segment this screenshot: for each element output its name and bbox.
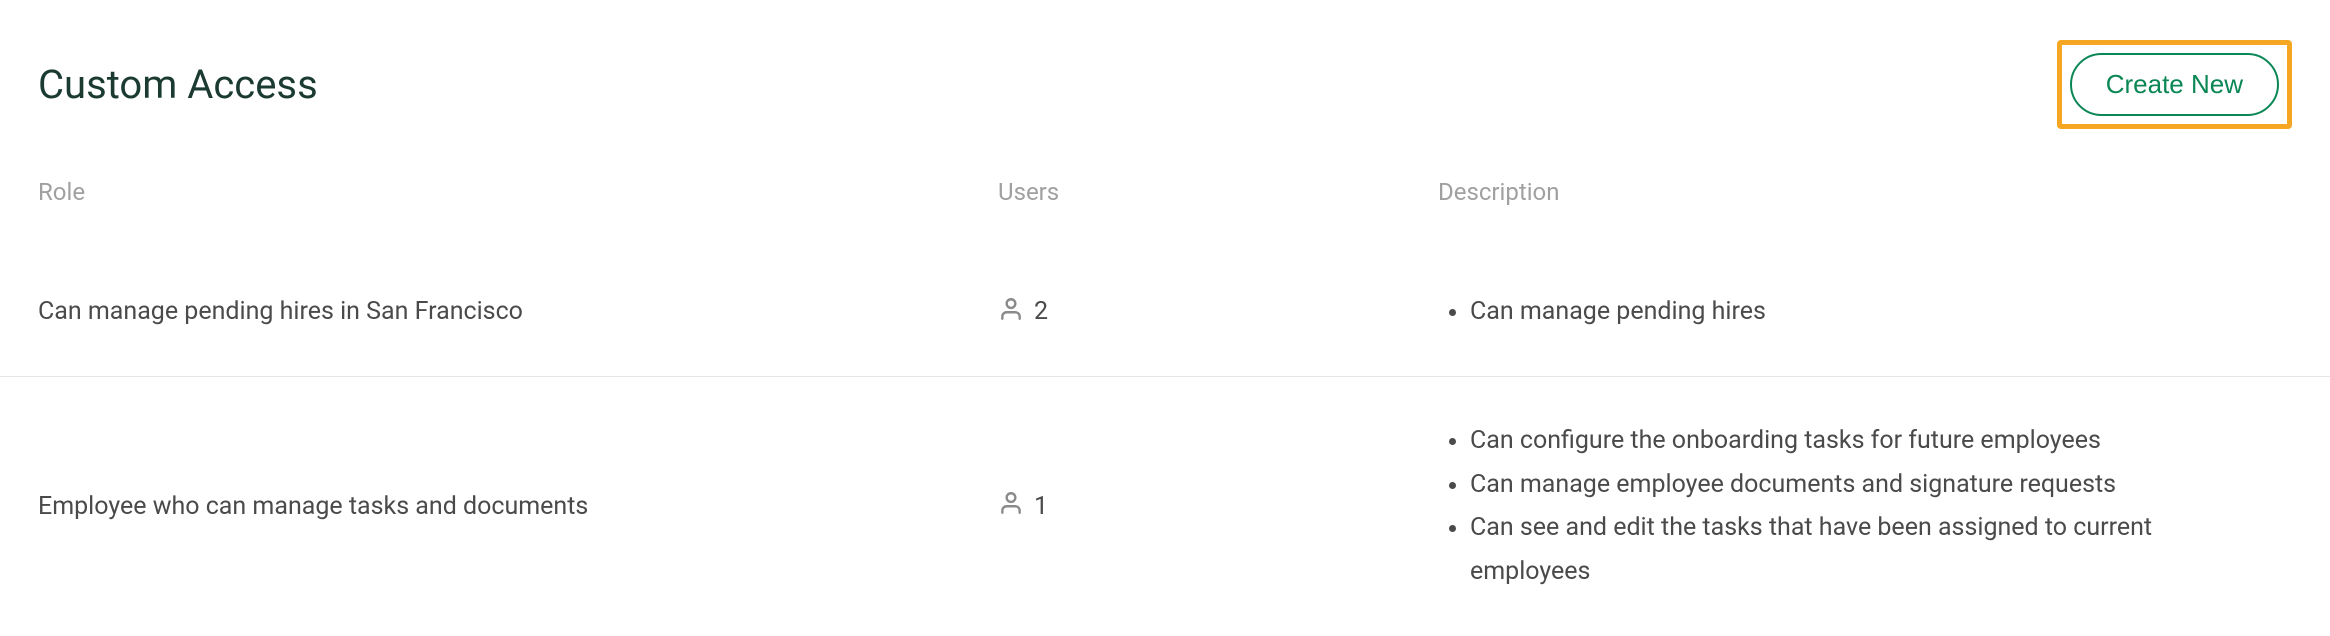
description-item: Can manage employee documents and signat… — [1470, 463, 2292, 507]
role-name: Employee who can manage tasks and docume… — [38, 492, 588, 521]
users-cell: 2 — [998, 296, 1438, 328]
create-new-highlight: Create New — [2057, 40, 2292, 129]
user-count: 1 — [1034, 492, 1048, 521]
description-list: Can manage pending hires — [1438, 290, 2292, 334]
page-title: Custom Access — [38, 61, 318, 108]
user-icon — [998, 490, 1024, 522]
column-header-users: Users — [998, 178, 1438, 206]
roles-table: Role Users Description Can manage pendin… — [0, 164, 2330, 636]
users-cell: 1 — [998, 490, 1438, 522]
column-header-role: Role — [38, 178, 998, 206]
create-new-button[interactable]: Create New — [2070, 53, 2279, 116]
page-header: Custom Access Create New — [0, 0, 2330, 164]
table-header-row: Role Users Description — [0, 164, 2330, 248]
description-item: Can manage pending hires — [1470, 290, 2292, 334]
column-header-description: Description — [1438, 178, 2292, 206]
user-icon — [998, 296, 1024, 328]
description-list: Can configure the onboarding tasks for f… — [1438, 419, 2292, 594]
description-item: Can configure the onboarding tasks for f… — [1470, 419, 2292, 463]
user-count: 2 — [1034, 297, 1048, 326]
description-item: Can see and edit the tasks that have bee… — [1470, 506, 2292, 594]
table-row[interactable]: Can manage pending hires in San Francisc… — [0, 248, 2330, 377]
role-name: Can manage pending hires in San Francisc… — [38, 297, 523, 326]
table-row[interactable]: Employee who can manage tasks and docume… — [0, 377, 2330, 636]
